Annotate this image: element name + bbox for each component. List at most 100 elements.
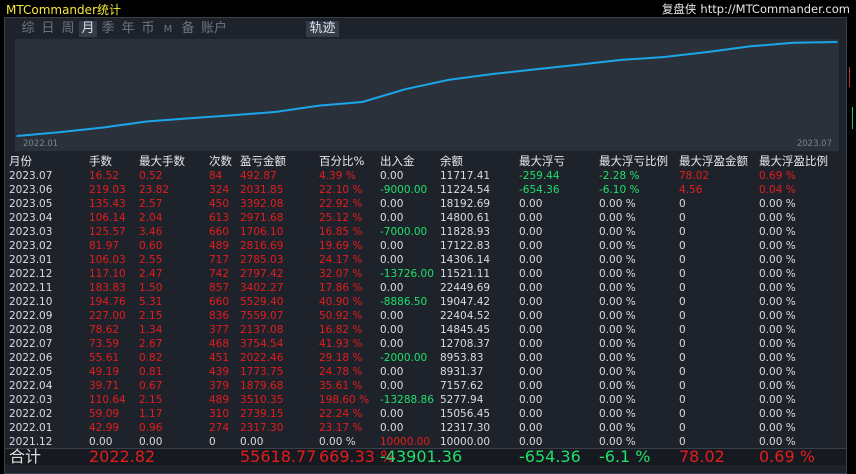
table-cell: 125.57 <box>89 226 126 238</box>
column-header[interactable]: 最大手数 <box>139 154 185 169</box>
x-axis-end-label: 2023.07 <box>796 139 832 149</box>
table-cell: 0.00 <box>519 282 543 294</box>
table-cell: 198.60 % <box>319 394 370 406</box>
table-cell: 0.00 % <box>759 380 796 392</box>
table-cell: 19.69 % <box>319 240 363 252</box>
table-cell: 0.82 <box>139 352 163 364</box>
table-cell: 2023.05 <box>9 198 53 210</box>
table-cell: 0.00 % <box>759 226 796 238</box>
equity-point-2022.01 <box>59 131 61 133</box>
x-axis-start-label: 2022.01 <box>23 139 59 149</box>
tab-3[interactable]: 月 <box>79 21 97 37</box>
brand-name: 复盘侠 <box>661 2 697 16</box>
table-row[interactable]: 2022.02 59.09 1.17 310 2739.15 22.24 % 0.00 150… <box>5 407 848 421</box>
tab-6[interactable]: 币 <box>139 21 157 37</box>
table-cell: 50.92 % <box>319 310 363 322</box>
table-row[interactable]: 2022.05 49.19 0.81 439 1773.75 24.78 % 0.00 893… <box>5 365 848 379</box>
table-row[interactable]: 2023.05 135.43 2.57 450 3392.08 22.92 % 0.00 18… <box>5 197 848 211</box>
table-cell: 16.52 <box>89 170 120 182</box>
tab-8[interactable]: 备 <box>179 21 197 37</box>
table-cell: 2.47 <box>139 268 163 280</box>
column-header[interactable]: 最大浮亏比例 <box>599 154 668 169</box>
table-cell: 8953.83 <box>440 352 484 364</box>
column-header[interactable]: 最大浮亏 <box>519 154 565 169</box>
brand-url[interactable]: http://MTCommander.com <box>700 2 850 16</box>
table-cell: 0.00 % <box>599 324 636 336</box>
tab-7[interactable]: M <box>159 22 177 38</box>
equity-point-2022.03 <box>145 120 148 123</box>
column-header[interactable]: 最大浮盈比例 <box>759 154 828 169</box>
table-row[interactable]: 2022.09 227.00 2.15 836 7559.07 50.92 % 0.00 22… <box>5 309 848 323</box>
table-cell: -2.28 % <box>599 170 640 182</box>
table-cell: 11224.54 <box>440 184 491 196</box>
table-row[interactable]: 2023.04 106.14 2.04 613 2971.68 25.12 % 0.00 14… <box>5 211 848 225</box>
equity-point-2022.05 <box>231 114 234 117</box>
column-header[interactable]: 盈亏金额 <box>240 154 286 169</box>
table-row[interactable]: 2022.11 183.83 1.50 857 3402.27 17.86 % 0.00 22… <box>5 281 848 295</box>
tab-1[interactable]: 日 <box>39 21 57 37</box>
column-header[interactable]: 最大浮盈金额 <box>679 154 748 169</box>
table-cell: 0 <box>679 380 686 392</box>
table-row[interactable]: 2022.01 42.99 0.96 274 2317.30 23.17 % 0.00 123… <box>5 421 848 435</box>
table-row[interactable]: 2022.03 110.64 2.15 489 3510.35 198.60 % -1328… <box>5 393 848 407</box>
table-cell: 2022.07 <box>9 338 53 350</box>
table-cell: 0.00 <box>380 282 404 294</box>
table-row[interactable]: 2023.07 16.52 0.52 84 492.87 4.39 % 0.00 11717.… <box>5 169 848 183</box>
table-cell: 2.55 <box>139 254 163 266</box>
tab-4[interactable]: 季 <box>99 21 117 37</box>
table-cell: 439 <box>209 366 230 378</box>
table-cell: 2022.12 <box>9 268 53 280</box>
table-cell: 5277.94 <box>440 394 484 406</box>
table-row[interactable]: 2022.08 78.62 1.34 377 2137.08 16.82 % 0.00 148… <box>5 323 848 337</box>
table-row[interactable]: 2023.01 106.03 2.55 717 2785.03 24.17 % 0.00 14… <box>5 253 848 267</box>
table-row[interactable]: 2022.06 55.61 0.82 451 2022.46 29.18 % -2000.0… <box>5 351 848 365</box>
table-cell: 5529.40 <box>240 296 284 308</box>
table-cell: 22.10 % <box>319 184 363 196</box>
table-cell: 0.00 % <box>759 268 796 280</box>
table-cell: 2137.08 <box>240 324 284 336</box>
column-header[interactable]: 月份 <box>9 154 32 169</box>
column-header[interactable]: 余额 <box>440 154 463 169</box>
tab-2[interactable]: 周 <box>59 21 77 37</box>
table-row[interactable]: 2022.04 39.71 0.67 379 1879.68 35.61 % 0.00 715… <box>5 379 848 393</box>
equity-point-2022.02 <box>102 126 105 129</box>
tab-9[interactable]: 账户 <box>199 21 229 37</box>
table-cell: 0.00 % <box>759 296 796 308</box>
table-cell: 2.15 <box>139 310 163 322</box>
equity-point-2023.01 <box>577 63 579 66</box>
side-green-mark <box>852 107 853 129</box>
brand-link[interactable]: 复盘侠 http://MTCommander.com <box>662 1 850 17</box>
table-cell: -6.10 % <box>599 184 640 196</box>
track-button[interactable]: 轨迹 <box>306 21 339 37</box>
tab-5[interactable]: 年 <box>119 21 137 37</box>
total-cell: 55618.77 <box>240 447 317 466</box>
table-row[interactable]: 2022.10 194.76 5.31 660 5529.40 40.90 % -8886.… <box>5 295 848 309</box>
table-row[interactable]: 2022.12 117.10 2.47 742 2797.42 32.07 % -13726… <box>5 267 848 281</box>
title-bar: MTCommander统计 复盘侠 http://MTCommander.com <box>0 0 856 17</box>
column-header[interactable]: 次数 <box>209 154 232 169</box>
table-row[interactable]: 2022.07 73.59 2.67 468 3754.54 41.93 % 0.00 127… <box>5 337 848 351</box>
equity-point-2022.12 <box>534 68 536 71</box>
table-cell: 0 <box>679 310 686 322</box>
table-row[interactable]: 2023.02 81.97 0.60 489 2816.69 19.69 % 0.00 171… <box>5 239 848 253</box>
table-cell: 2022.03 <box>9 394 53 406</box>
table-cell: 17122.83 <box>440 240 491 252</box>
column-header[interactable]: 出入金 <box>380 154 415 169</box>
column-header[interactable]: 手数 <box>89 154 112 169</box>
table-row[interactable]: 2023.03 125.57 3.46 660 1706.10 16.85 % -7000.… <box>5 225 848 239</box>
table-cell: 0.96 <box>139 422 163 434</box>
table-cell: 7559.07 <box>240 310 284 322</box>
table-cell: 0 <box>679 394 686 406</box>
table-cell: 0.69 % <box>759 170 796 182</box>
table-cell: 0.00 <box>380 170 404 182</box>
equity-point-2023.04 <box>706 51 709 53</box>
total-cell: -43901.36 <box>380 447 463 466</box>
tab-0[interactable]: 综 <box>19 21 37 37</box>
table-cell: 0.00 % <box>759 254 796 266</box>
table-cell: 22404.52 <box>440 310 491 322</box>
equity-point-2022.06 <box>275 111 277 113</box>
column-header[interactable]: 百分比% <box>319 154 364 169</box>
table-row[interactable]: 2023.06 219.03 23.82 324 2031.85 22.10 % -9000… <box>5 183 848 197</box>
table-cell: 0.00 % <box>599 198 636 210</box>
table-cell: 2022.04 <box>9 380 53 392</box>
